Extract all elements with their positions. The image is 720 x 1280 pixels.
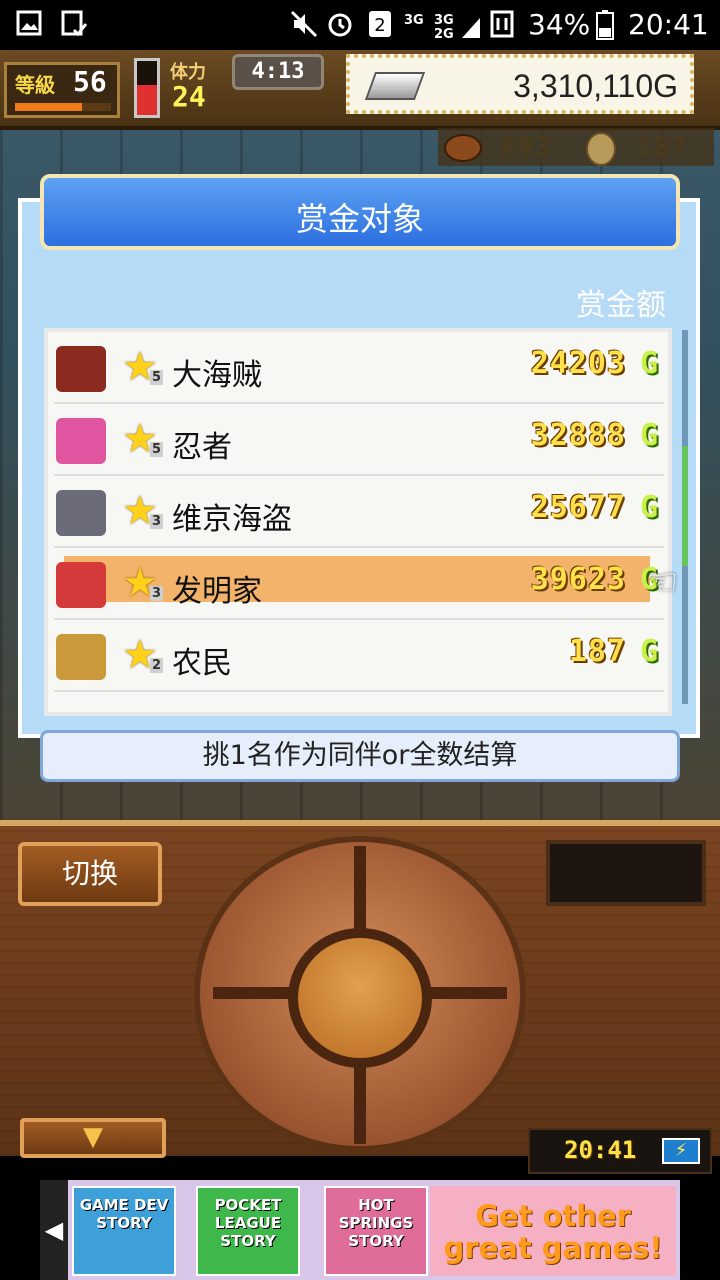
signal-icon: 3G 3G 2G	[404, 10, 484, 44]
star-rank-value: 5	[150, 442, 164, 457]
bounty-row-farmer[interactable]: ★ 2 农民 187 G	[54, 620, 664, 692]
battery-icon	[596, 10, 614, 44]
level-value: 56	[73, 65, 107, 98]
ad-game-dev-story[interactable]: GAME DEV STORY	[72, 1186, 176, 1276]
ad-prev-arrow-icon[interactable]: ◀	[40, 1180, 68, 1280]
bounty-reward: 25677	[530, 490, 626, 525]
scroll-down-button[interactable]: ▼	[20, 1118, 166, 1158]
svg-text:2: 2	[374, 15, 385, 36]
bounty-name: 大海贼	[172, 358, 262, 393]
switch-button[interactable]: 切换	[18, 842, 162, 906]
stamina-meter-fill	[137, 85, 157, 115]
stamina-value: 24	[172, 80, 206, 113]
resource-bar: 693 187	[438, 128, 714, 166]
mute-icon	[290, 10, 318, 42]
dpad-divider	[213, 987, 299, 999]
inventor-portrait-icon	[56, 562, 106, 608]
bounty-row-inventor[interactable]: ★ 3 发明家 39623 G	[54, 548, 664, 620]
dpad-divider	[354, 846, 366, 932]
star-rank-value: 5	[150, 370, 164, 385]
food-icon	[444, 134, 482, 162]
coin-count: 187	[636, 130, 687, 163]
ninja-portrait-icon	[56, 418, 106, 464]
star-rank-value: 3	[150, 586, 164, 601]
timer-display: 4:13	[232, 54, 324, 90]
bounty-list: ★ 5 大海贼 24203 G ★ 5 忍者 32888 G ★ 3 维京海盗 …	[44, 328, 672, 716]
star-rank-value: 3	[150, 514, 164, 529]
dialog-header: 赏金对象	[40, 174, 680, 250]
battery-percent: 34%	[528, 8, 591, 41]
list-scrollbar-thumb[interactable]	[682, 446, 688, 566]
ad-pocket-league-story[interactable]: POCKET LEAGUE STORY	[196, 1186, 300, 1276]
gold-unit: G	[639, 418, 658, 453]
farmer-portrait-icon	[56, 634, 106, 680]
level-progress-fill	[15, 103, 83, 111]
status-time: 20:41	[628, 8, 709, 41]
money-value: 3,310,110G	[513, 68, 678, 104]
gold-unit: G	[639, 346, 658, 381]
ad-hot-springs-story[interactable]: HOT SPRINGS STORY	[324, 1186, 428, 1276]
dpad-center-button[interactable]	[288, 928, 432, 1068]
recruit-or-settle-button[interactable]: 挑1名作为同伴or全数结算	[40, 730, 680, 782]
svg-text:2G: 2G	[434, 27, 454, 40]
alarm-icon	[326, 10, 354, 42]
money-display: 3,310,110G	[346, 54, 694, 114]
bounty-reward: 187	[568, 634, 626, 669]
task-check-icon	[60, 10, 88, 42]
star-rank-value: 2	[150, 658, 164, 673]
bounty-name: 农民	[172, 646, 232, 681]
game-clock: 20:41 ⚡	[528, 1128, 712, 1174]
bounty-name: 维京海盗	[172, 502, 292, 537]
ad-get-more-games[interactable]: Get other great games!	[430, 1186, 676, 1276]
level-box: 等級 56	[4, 62, 120, 118]
bounty-row-ninja[interactable]: ★ 5 忍者 32888 G	[54, 404, 664, 476]
bounty-name: 忍者	[172, 430, 232, 465]
status-bar: 2 3G 3G 2G 34% 20:41	[0, 0, 720, 50]
dialog-title: 赏金对象	[295, 200, 424, 238]
food-count: 693	[500, 130, 551, 163]
pointing-hand-cursor-icon: ☜	[646, 562, 679, 603]
gallery-icon	[16, 10, 42, 40]
silver-bar-icon	[364, 72, 426, 100]
bounty-reward: 32888	[530, 418, 626, 453]
data-saver-icon	[490, 10, 516, 42]
reward-column-header: 赏金额	[576, 288, 666, 323]
bounty-name: 发明家	[172, 574, 262, 609]
bounty-reward: 24203	[530, 346, 626, 381]
game-clock-time: 20:41	[564, 1136, 637, 1164]
svg-text:3G: 3G	[404, 13, 424, 28]
sim-badge-icon: 2	[368, 10, 392, 42]
bounty-reward: 39623	[530, 562, 626, 597]
viking-portrait-icon	[56, 490, 106, 536]
bounty-row-viking[interactable]: ★ 3 维京海盗 25677 G	[54, 476, 664, 548]
bounty-row-pirate[interactable]: ★ 5 大海贼 24203 G	[54, 332, 664, 404]
level-label: 等級	[15, 73, 55, 97]
gold-unit: G	[639, 634, 658, 669]
dpad-divider	[354, 1058, 366, 1144]
dpad-divider	[421, 987, 507, 999]
mini-screen-panel	[546, 840, 706, 906]
pirate-portrait-icon	[56, 346, 106, 392]
svg-text:3G: 3G	[434, 13, 454, 28]
coin-icon	[586, 132, 616, 166]
charging-battery-icon: ⚡	[662, 1138, 700, 1164]
level-progress-bar	[15, 103, 111, 111]
gold-unit: G	[639, 490, 658, 525]
stamina-meter	[134, 58, 160, 118]
